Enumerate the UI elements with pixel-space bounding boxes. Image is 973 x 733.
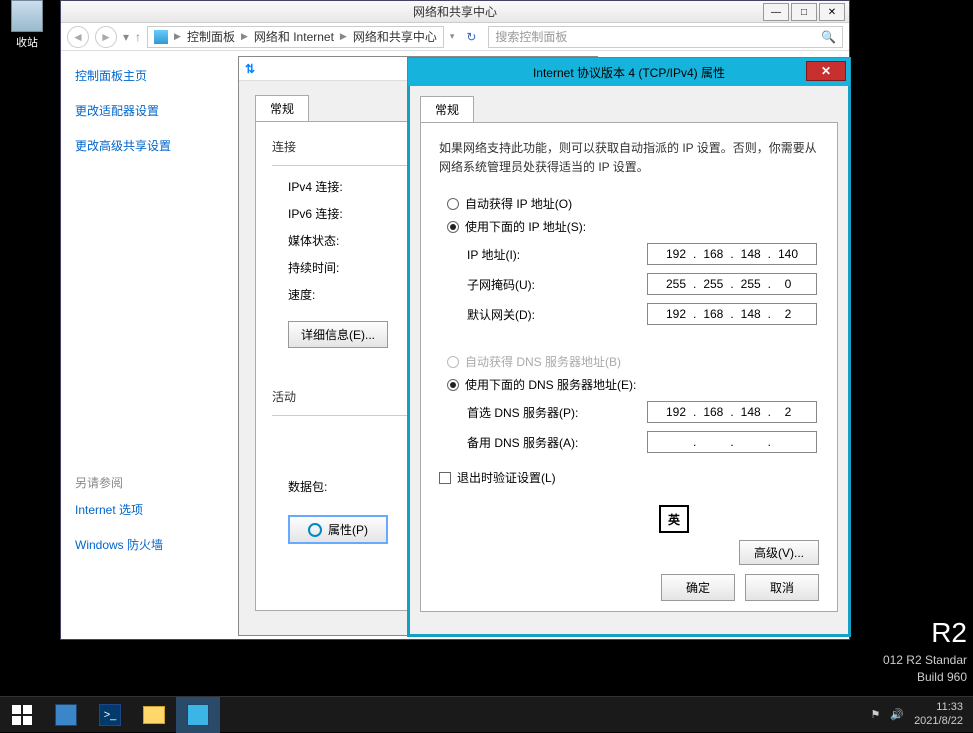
help-text: 如果网络支持此功能，则可以获取自动指派的 IP 设置。否则，你需要从网络系统管理… xyxy=(439,139,819,177)
checkbox-label: 退出时验证设置(L) xyxy=(457,469,556,486)
close-button[interactable]: ✕ xyxy=(819,3,845,21)
refresh-button[interactable]: ↻ xyxy=(460,26,482,48)
radio-label: 使用下面的 DNS 服务器地址(E): xyxy=(465,376,636,393)
packets-label: 数据包: xyxy=(288,478,327,495)
breadcrumb[interactable]: ▶ 控制面板 ▶ 网络和 Internet ▶ 网络和共享中心 xyxy=(147,26,444,48)
chevron-down-icon[interactable]: ▾ xyxy=(450,31,455,42)
media-state-label: 媒体状态: xyxy=(288,232,339,249)
control-panel-icon xyxy=(187,704,209,726)
radio-icon xyxy=(447,221,459,233)
minimize-button[interactable]: — xyxy=(763,3,789,21)
forward-button[interactable]: ► xyxy=(95,26,117,48)
search-placeholder: 搜索控制面板 xyxy=(495,28,567,45)
dns2-input[interactable]: . . . xyxy=(647,431,817,453)
window-title: 网络和共享中心 xyxy=(413,3,497,20)
radio-icon xyxy=(447,379,459,391)
taskbar-clock[interactable]: 11:33 2021/8/22 xyxy=(914,701,963,727)
system-tray[interactable]: ⚑ 🔊 11:33 2021/8/22 xyxy=(870,701,973,727)
window-titlebar[interactable]: 网络和共享中心 — □ ✕ xyxy=(61,1,849,23)
tray-flag-icon[interactable]: ⚑ xyxy=(870,708,880,721)
start-button[interactable] xyxy=(0,697,44,733)
search-input[interactable]: 搜索控制面板 🔍 xyxy=(488,26,843,48)
radio-label: 使用下面的 IP 地址(S): xyxy=(465,218,586,235)
recycle-bin[interactable]: 收站 xyxy=(2,0,52,50)
taskbar-powershell[interactable]: >_ xyxy=(88,697,132,733)
ipv4-panel: 如果网络支持此功能，则可以获取自动指派的 IP 设置。否则，你需要从网络系统管理… xyxy=(420,122,838,612)
clock-date: 2021/8/22 xyxy=(914,715,963,728)
properties-label: 属性(P) xyxy=(328,521,368,538)
taskbar-explorer[interactable] xyxy=(132,697,176,733)
chevron-right-icon: ▶ xyxy=(340,31,347,42)
checkbox-icon xyxy=(439,472,451,484)
ip-address-input[interactable]: 192. 168. 148. 140 xyxy=(647,243,817,265)
radio-use-dns[interactable]: 使用下面的 DNS 服务器地址(E): xyxy=(447,376,819,393)
radio-label: 自动获得 IP 地址(O) xyxy=(465,195,572,212)
control-panel-icon xyxy=(154,30,168,44)
close-button[interactable]: ✕ xyxy=(806,61,846,81)
subnet-mask-label: 子网掩码(U): xyxy=(467,276,647,293)
dns1-input[interactable]: 192. 168. 148. 2 xyxy=(647,401,817,423)
nav-home[interactable]: 控制面板主页 xyxy=(75,67,227,84)
recycle-bin-icon xyxy=(11,0,43,32)
details-button[interactable]: 详细信息(E)... xyxy=(288,321,388,348)
nav-adapter-settings[interactable]: 更改适配器设置 xyxy=(75,102,227,119)
taskbar: >_ ⚑ 🔊 11:33 2021/8/22 xyxy=(0,696,973,732)
ethernet-icon: ⇅ xyxy=(245,62,255,76)
gateway-label: 默认网关(D): xyxy=(467,306,647,323)
folder-icon xyxy=(143,706,165,724)
tray-volume-icon[interactable]: 🔊 xyxy=(890,708,904,721)
up-button[interactable]: ↑ xyxy=(135,30,141,44)
taskbar-control-panel[interactable] xyxy=(176,697,220,733)
radio-icon xyxy=(447,356,459,368)
see-also-title: 另请参阅 xyxy=(75,474,227,491)
tab-general[interactable]: 常规 xyxy=(420,96,474,122)
ipv6-label: IPv6 连接: xyxy=(288,205,343,222)
validate-on-exit-checkbox[interactable]: 退出时验证设置(L) xyxy=(439,469,819,486)
chevron-right-icon: ▶ xyxy=(174,31,181,42)
dialog-title: Internet 协议版本 4 (TCP/IPv4) 属性 xyxy=(533,64,725,81)
advanced-button[interactable]: 高级(V)... xyxy=(739,540,819,565)
recent-dropdown-icon[interactable]: ▾ xyxy=(123,30,129,44)
windows-icon xyxy=(12,705,32,725)
radio-auto-dns: 自动获得 DNS 服务器地址(B) xyxy=(447,353,819,370)
left-nav: 控制面板主页 更改适配器设置 更改高级共享设置 另请参阅 Internet 选项… xyxy=(61,51,241,639)
back-button[interactable]: ◄ xyxy=(67,26,89,48)
radio-use-ip[interactable]: 使用下面的 IP 地址(S): xyxy=(447,218,819,235)
chevron-right-icon: ▶ xyxy=(241,31,248,42)
nav-sharing-settings[interactable]: 更改高级共享设置 xyxy=(75,137,227,154)
server-manager-icon xyxy=(55,704,77,726)
nav-firewall[interactable]: Windows 防火墙 xyxy=(75,536,227,553)
taskbar-server-manager[interactable] xyxy=(44,697,88,733)
windows-watermark: R2 012 R2 Standar Build 960 xyxy=(883,613,967,686)
ipv4-label: IPv4 连接: xyxy=(288,178,343,195)
duration-label: 持续时间: xyxy=(288,259,339,276)
maximize-button[interactable]: □ xyxy=(791,3,817,21)
tab-general[interactable]: 常规 xyxy=(255,95,309,121)
properties-button[interactable]: 属性(P) xyxy=(288,515,388,544)
nav-bar: ◄ ► ▾ ↑ ▶ 控制面板 ▶ 网络和 Internet ▶ 网络和共享中心 … xyxy=(61,23,849,51)
gateway-input[interactable]: 192. 168. 148. 2 xyxy=(647,303,817,325)
radio-icon xyxy=(447,198,459,210)
dns2-label: 备用 DNS 服务器(A): xyxy=(467,434,647,451)
ime-indicator[interactable]: 英 xyxy=(659,505,689,533)
subnet-mask-input[interactable]: 255. 255. 255. 0 xyxy=(647,273,817,295)
ok-button[interactable]: 确定 xyxy=(661,574,735,601)
search-icon: 🔍 xyxy=(821,30,836,44)
breadcrumb-item[interactable]: 控制面板 xyxy=(187,28,235,45)
radio-label: 自动获得 DNS 服务器地址(B) xyxy=(465,353,621,370)
dialog-titlebar[interactable]: Internet 协议版本 4 (TCP/IPv4) 属性 ✕ xyxy=(408,58,850,86)
breadcrumb-item[interactable]: 网络和共享中心 xyxy=(353,28,437,45)
dns1-label: 首选 DNS 服务器(P): xyxy=(467,404,647,421)
speed-label: 速度: xyxy=(288,286,315,303)
gear-icon xyxy=(308,523,322,537)
breadcrumb-item[interactable]: 网络和 Internet xyxy=(254,28,334,45)
ip-address-label: IP 地址(I): xyxy=(467,246,647,263)
recycle-bin-label: 收站 xyxy=(2,34,52,50)
cancel-button[interactable]: 取消 xyxy=(745,574,819,601)
radio-auto-ip[interactable]: 自动获得 IP 地址(O) xyxy=(447,195,819,212)
ipv4-properties-dialog: Internet 协议版本 4 (TCP/IPv4) 属性 ✕ 常规 如果网络支… xyxy=(407,57,851,637)
clock-time: 11:33 xyxy=(914,701,963,714)
nav-internet-options[interactable]: Internet 选项 xyxy=(75,501,227,518)
powershell-icon: >_ xyxy=(99,704,121,726)
